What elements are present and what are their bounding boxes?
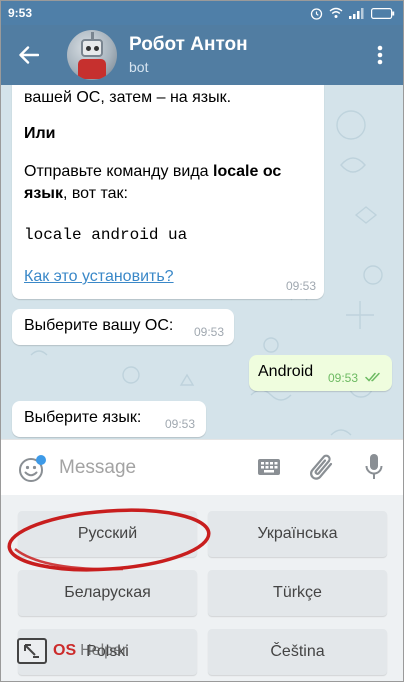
wifi-icon xyxy=(329,7,343,18)
lang-button-ukrainian[interactable]: Українська xyxy=(208,511,387,557)
message-list[interactable]: вашей ОС, затем – на язык. Или Отправьте… xyxy=(1,85,403,439)
message-input[interactable] xyxy=(59,454,239,482)
choose-os-message[interactable]: Выберите вашу ОС: 09:53 xyxy=(12,309,234,345)
chat-subtitle: bot xyxy=(129,59,149,75)
emoji-icon[interactable] xyxy=(17,454,47,484)
chat-header: Робот Антон bot xyxy=(1,25,403,85)
lang-button-russian[interactable]: Русский xyxy=(18,511,197,557)
help-link[interactable]: Как это установить? xyxy=(24,268,174,286)
status-bar: 9:53 xyxy=(1,1,403,25)
message-time: 09:53 xyxy=(285,279,316,293)
message-text: Отправьте команду вида locale ос xyxy=(24,163,282,180)
alarm-icon xyxy=(310,7,323,20)
message-text: Android xyxy=(258,363,314,380)
message-text: язык, вот так: xyxy=(24,185,128,202)
arrow-left-icon xyxy=(19,46,39,64)
battery-icon xyxy=(371,7,395,19)
message-text: Или xyxy=(24,125,56,142)
message-text: вашей ОС, затем – на язык. xyxy=(24,89,232,106)
bot-reply-keyboard: Русский Українська Беларуская Türkçe Pol… xyxy=(1,495,403,681)
keyboard-icon[interactable] xyxy=(257,458,281,476)
attach-icon[interactable] xyxy=(309,452,337,484)
double-check-icon xyxy=(365,372,380,382)
instructions-message[interactable]: вашей ОС, затем – на язык. Или Отправьте… xyxy=(12,85,324,299)
bot-avatar[interactable] xyxy=(67,30,117,80)
status-icons xyxy=(310,7,395,20)
chat-title-box[interactable]: Робот Антон bot xyxy=(129,34,357,76)
message-time: 09:53 xyxy=(165,417,196,431)
message-text: Выберите вашу ОС: xyxy=(24,317,174,334)
choose-language-message[interactable]: Выберите язык: 09:53 xyxy=(12,401,206,437)
code-snippet: locale android ua xyxy=(24,226,188,244)
message-time: 09:53 xyxy=(328,371,359,385)
phone-screen: 9:53 Робот Антон bot вашей ОС, затем – н… xyxy=(0,0,404,682)
message-input-bar xyxy=(1,439,403,495)
signal-icon xyxy=(349,7,364,19)
back-button[interactable] xyxy=(1,25,57,85)
lang-button-polish[interactable]: Polski xyxy=(18,629,197,675)
microphone-icon[interactable] xyxy=(364,452,384,484)
more-vertical-icon xyxy=(377,45,383,65)
lang-button-czech[interactable]: Čeština xyxy=(208,629,387,675)
message-time: 09:53 xyxy=(194,325,225,339)
status-time: 9:53 xyxy=(8,6,33,20)
message-text: Выберите язык: xyxy=(24,409,142,426)
lang-button-turkish[interactable]: Türkçe xyxy=(208,570,387,616)
lang-button-belarusian[interactable]: Беларуская xyxy=(18,570,197,616)
more-menu-button[interactable] xyxy=(357,25,403,85)
chat-title: Робот Антон xyxy=(129,34,248,55)
android-message[interactable]: Android 09:53 xyxy=(249,355,392,391)
